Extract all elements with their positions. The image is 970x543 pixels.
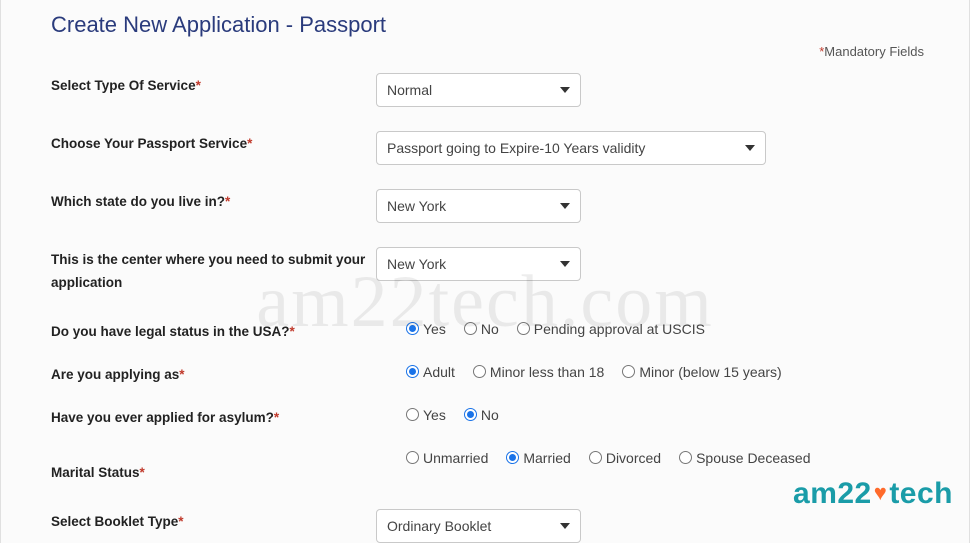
- radio-option[interactable]: Divorced: [589, 450, 661, 466]
- radio-icon: [464, 322, 477, 335]
- radio-icon: [473, 365, 486, 378]
- radio-label: No: [481, 321, 499, 337]
- label-applying-as: Are you applying as*: [51, 358, 376, 387]
- radio-icon: [506, 451, 519, 464]
- select-booklet-type[interactable]: Ordinary Booklet: [376, 509, 581, 543]
- radio-icon: [406, 408, 419, 421]
- radio-option[interactable]: Minor less than 18: [473, 364, 604, 380]
- radio-label: Divorced: [606, 450, 661, 466]
- label-service-type: Select Type Of Service*: [51, 69, 376, 98]
- label-marital-status: Marital Status*: [51, 444, 376, 485]
- radio-option[interactable]: Married: [506, 450, 570, 466]
- radio-icon: [679, 451, 692, 464]
- radio-option[interactable]: Yes: [406, 407, 446, 423]
- label-asylum: Have you ever applied for asylum?*: [51, 401, 376, 430]
- page-title: Create New Application - Passport: [51, 12, 929, 38]
- label-center: This is the center where you need to sub…: [51, 243, 376, 295]
- radio-group-asylum: Yes No: [406, 405, 929, 423]
- radio-label: Spouse Deceased: [696, 450, 810, 466]
- radio-group-legal-status: Yes No Pending approval at USCIS: [406, 319, 929, 337]
- radio-option[interactable]: No: [464, 321, 499, 337]
- radio-option[interactable]: No: [464, 407, 499, 423]
- radio-label: Adult: [423, 364, 455, 380]
- radio-label: Pending approval at USCIS: [534, 321, 705, 337]
- radio-label: Yes: [423, 321, 446, 337]
- radio-icon: [406, 451, 419, 464]
- label-passport-service: Choose Your Passport Service*: [51, 127, 376, 156]
- radio-icon: [464, 408, 477, 421]
- radio-option[interactable]: Minor (below 15 years): [622, 364, 781, 380]
- radio-icon: [622, 365, 635, 378]
- label-booklet-type: Select Booklet Type*: [51, 505, 376, 534]
- select-passport-service[interactable]: Passport going to Expire-10 Years validi…: [376, 131, 766, 165]
- label-state: Which state do you live in?*: [51, 185, 376, 214]
- radio-group-applying-as: Adult Minor less than 18 Minor (below 15 y…: [406, 362, 929, 380]
- radio-label: Married: [523, 450, 570, 466]
- radio-option[interactable]: Spouse Deceased: [679, 450, 810, 466]
- select-center[interactable]: New York: [376, 247, 581, 281]
- radio-option[interactable]: Pending approval at USCIS: [517, 321, 705, 337]
- radio-label: Yes: [423, 407, 446, 423]
- radio-label: Minor less than 18: [490, 364, 604, 380]
- select-state[interactable]: New York: [376, 189, 581, 223]
- radio-label: Unmarried: [423, 450, 488, 466]
- radio-group-marital: Unmarried Married Divorced Spouse Deceased: [406, 448, 929, 466]
- radio-icon: [517, 322, 530, 335]
- radio-label: Minor (below 15 years): [639, 364, 781, 380]
- radio-option[interactable]: Yes: [406, 321, 446, 337]
- label-legal-status: Do you have legal status in the USA?*: [51, 315, 376, 344]
- heart-icon: ♥: [872, 480, 890, 505]
- application-form: Create New Application - Passport *Manda…: [1, 0, 969, 543]
- mandatory-fields-note: *Mandatory Fields: [51, 44, 929, 59]
- radio-icon: [589, 451, 602, 464]
- radio-option[interactable]: Unmarried: [406, 450, 488, 466]
- radio-icon: [406, 365, 419, 378]
- select-service-type[interactable]: Normal: [376, 73, 581, 107]
- radio-option[interactable]: Adult: [406, 364, 455, 380]
- brand-logo: am22♥tech: [793, 477, 953, 511]
- radio-icon: [406, 322, 419, 335]
- radio-label: No: [481, 407, 499, 423]
